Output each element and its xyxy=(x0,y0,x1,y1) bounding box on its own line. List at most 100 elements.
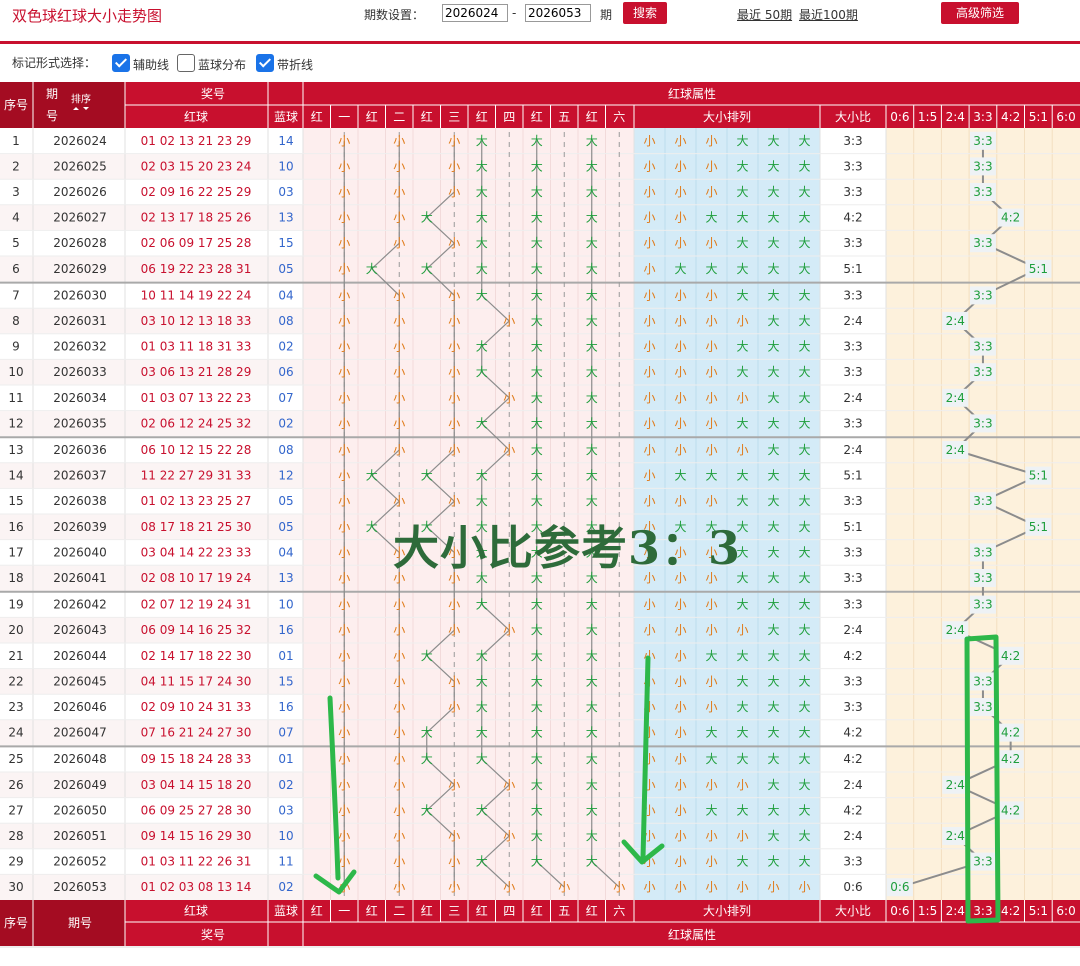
row-pos-mark: 大 xyxy=(531,829,543,843)
header-pos-6: 红 xyxy=(476,109,488,124)
footer-blue: 蓝球 xyxy=(274,904,298,918)
header-seq: 序号 xyxy=(4,97,28,112)
row-arrange-mark: 大 xyxy=(705,803,717,817)
row-arrange-mark: 大 xyxy=(798,185,810,199)
row-pos-mark: 小 xyxy=(338,340,350,354)
row-pos-mark: 小 xyxy=(503,314,515,328)
row-arrange-mark: 大 xyxy=(767,520,779,534)
row-arrange-mark: 小 xyxy=(674,236,686,250)
row-pos-mark: 小 xyxy=(338,391,350,405)
ratio-cell-label: 4:2 xyxy=(1001,803,1020,817)
row-seq: 26 xyxy=(8,778,23,792)
row-pos-mark: 小 xyxy=(448,185,460,199)
row-pos-mark: 小 xyxy=(338,803,350,817)
row-seq: 11 xyxy=(8,391,23,405)
row-pos-mark: 大 xyxy=(586,314,598,328)
row-pos-mark: 小 xyxy=(393,365,405,379)
row-pos-mark: 大 xyxy=(421,752,433,766)
row-seq: 24 xyxy=(8,726,23,740)
row-pos-mark: 大 xyxy=(531,416,543,430)
annotation-text: 大小比参考3：3 xyxy=(393,521,742,575)
row-red-balls: 09 14 15 16 29 30 xyxy=(141,829,252,843)
row-arrange-mark: 大 xyxy=(767,185,779,199)
row-arrange-mark: 小 xyxy=(643,880,655,894)
row-arrange-mark: 大 xyxy=(798,443,810,457)
row-seq: 23 xyxy=(8,700,23,714)
ratio-cell-label: 4:2 xyxy=(1001,649,1020,663)
row-arrange-mark: 大 xyxy=(798,134,810,148)
row-arrange-mark: 大 xyxy=(736,674,748,688)
footer-issue: 期号 xyxy=(68,916,92,930)
row-pos-mark: 小 xyxy=(503,880,515,894)
row-arrange-mark: 大 xyxy=(705,649,717,663)
row-pos-mark: 小 xyxy=(448,855,460,869)
row-arrange-mark: 小 xyxy=(674,314,686,328)
row-arrange-mark: 小 xyxy=(736,880,748,894)
row-arrange-mark: 大 xyxy=(736,185,748,199)
row-arrange-mark: 小 xyxy=(674,778,686,792)
row-arrange-mark: 大 xyxy=(767,623,779,637)
row-arrange-mark: 小 xyxy=(643,365,655,379)
row-ratio: 4:2 xyxy=(843,649,862,663)
row-pos-mark: 大 xyxy=(531,598,543,612)
row-arrange-mark: 大 xyxy=(798,262,810,276)
row-pos-mark: 小 xyxy=(338,365,350,379)
row-issue: 2026048 xyxy=(53,752,106,766)
row-arrange-mark: 小 xyxy=(705,340,717,354)
row-issue: 2026028 xyxy=(53,236,106,250)
row-pos-mark: 小 xyxy=(338,288,350,302)
footer-pos-1: 一 xyxy=(338,904,350,918)
footer-red: 红球 xyxy=(184,903,208,918)
row-arrange-mark: 大 xyxy=(767,545,779,559)
row-seq: 18 xyxy=(8,571,23,585)
row-arrange-mark: 大 xyxy=(798,803,810,817)
row-red-balls: 01 03 11 18 31 33 xyxy=(141,340,252,354)
row-arrange-mark: 大 xyxy=(798,598,810,612)
row-red-balls: 09 15 18 24 28 33 xyxy=(141,752,252,766)
row-blue-ball: 05 xyxy=(278,494,293,508)
row-arrange-mark: 小 xyxy=(674,623,686,637)
row-pos-mark: 大 xyxy=(476,416,488,430)
row-issue: 2026036 xyxy=(53,443,106,457)
row-arrange-mark: 大 xyxy=(798,545,810,559)
row-pos-mark: 大 xyxy=(531,726,543,740)
footer-prize: 奖号 xyxy=(201,928,225,942)
row-issue: 2026032 xyxy=(53,340,106,354)
row-arrange-mark: 小 xyxy=(674,443,686,457)
row-blue-ball: 02 xyxy=(278,778,293,792)
row-arrange-mark: 大 xyxy=(798,726,810,740)
header-red: 红球 xyxy=(184,109,208,124)
row-ratio: 3:3 xyxy=(843,185,862,199)
row-issue: 2026025 xyxy=(53,159,106,173)
row-pos-mark: 大 xyxy=(531,623,543,637)
row-seq: 10 xyxy=(8,365,23,379)
row-issue: 2026041 xyxy=(53,571,106,585)
row-pos-mark: 大 xyxy=(586,752,598,766)
row-arrange-mark: 大 xyxy=(798,340,810,354)
footer-seq: 序号 xyxy=(4,915,28,930)
ratio-cell-label: 4:2 xyxy=(1001,726,1020,740)
row-arrange-mark: 小 xyxy=(674,649,686,663)
row-red-balls: 02 06 09 17 25 28 xyxy=(141,236,252,250)
row-ratio: 3:3 xyxy=(843,134,862,148)
row-seq: 28 xyxy=(8,829,23,843)
row-arrange-mark: 大 xyxy=(798,700,810,714)
row-arrange-mark: 小 xyxy=(643,288,655,302)
row-pos-mark: 小 xyxy=(393,443,405,457)
row-pos-mark: 小 xyxy=(448,674,460,688)
row-issue: 2026035 xyxy=(53,416,106,430)
row-ratio: 3:3 xyxy=(843,545,862,559)
row-arrange-mark: 小 xyxy=(705,288,717,302)
row-blue-ball: 14 xyxy=(278,134,293,148)
row-pos-mark: 大 xyxy=(531,494,543,508)
row-arrange-mark: 小 xyxy=(705,598,717,612)
row-blue-ball: 10 xyxy=(278,598,293,612)
row-red-balls: 06 10 12 15 22 28 xyxy=(141,443,252,457)
row-pos-mark: 小 xyxy=(448,598,460,612)
row-pos-mark: 小 xyxy=(338,262,350,276)
row-pos-mark: 大 xyxy=(476,700,488,714)
ratio-cell-label: 3:3 xyxy=(973,494,992,508)
row-pos-mark: 小 xyxy=(503,778,515,792)
row-blue-ball: 15 xyxy=(278,674,293,688)
row-ratio: 3:3 xyxy=(843,236,862,250)
